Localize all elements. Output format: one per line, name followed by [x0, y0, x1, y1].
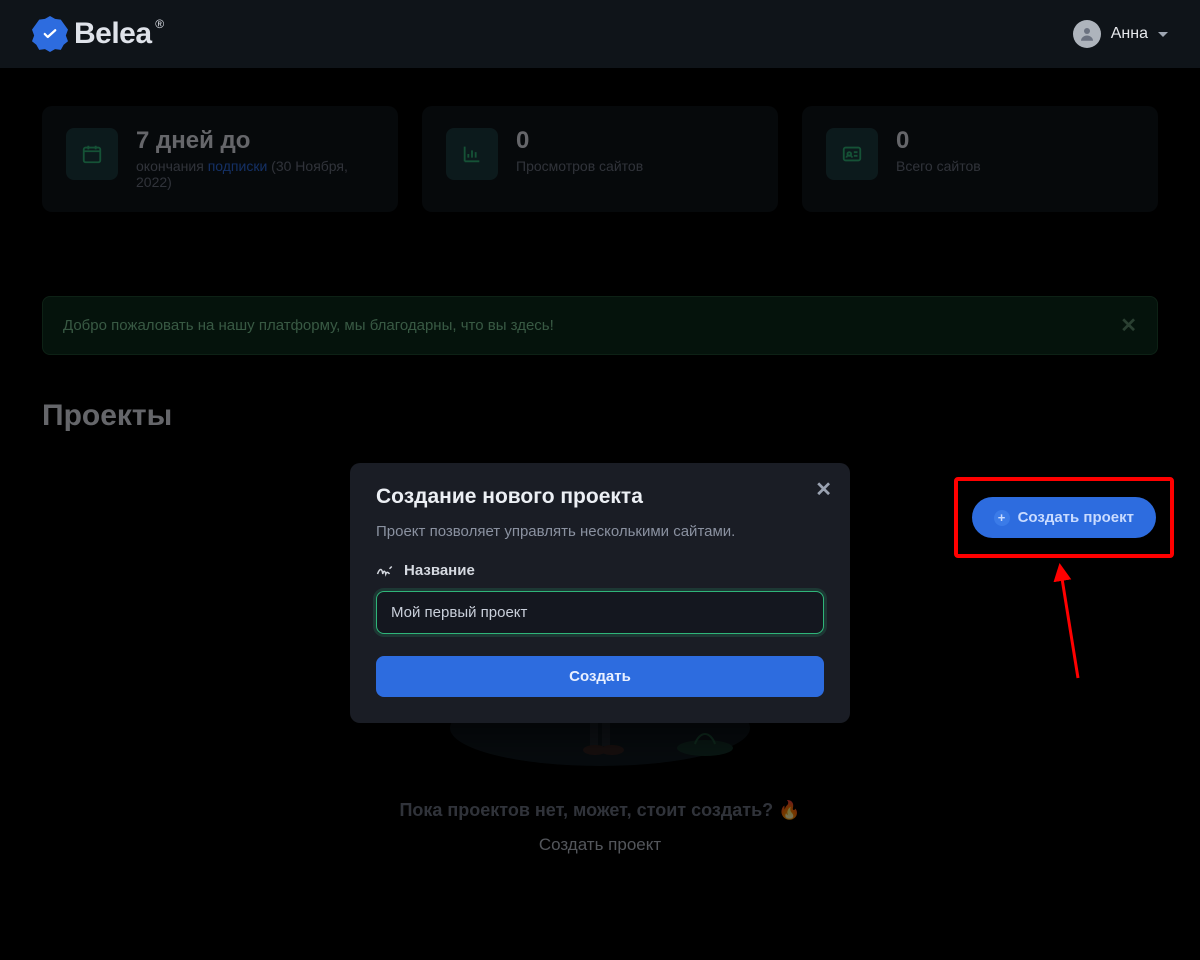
stat-label: окончания подписки (30 Ноября, 2022): [136, 158, 374, 190]
logo-badge-icon: [32, 16, 68, 52]
app-header: Belea® Анна: [0, 0, 1200, 68]
stat-subscription: 7 дней до окончания подписки (30 Ноября,…: [42, 106, 398, 212]
welcome-alert: Добро пожаловать на нашу платформу, мы б…: [42, 296, 1158, 355]
user-name: Анна: [1111, 25, 1148, 43]
user-menu[interactable]: Анна: [1073, 20, 1168, 48]
modal-title: Создание нового проекта: [376, 485, 824, 509]
stat-views: 0 Просмотров сайтов: [422, 106, 778, 212]
modal-close-icon[interactable]: ✕: [815, 477, 832, 502]
stat-value: 0: [896, 128, 981, 154]
subscription-link[interactable]: подписки: [208, 158, 268, 174]
stat-value: 7 дней до: [136, 128, 374, 154]
create-button-label: Создать проект: [1018, 509, 1134, 526]
avatar-icon: [1073, 20, 1101, 48]
calendar-icon: [66, 128, 118, 180]
chart-icon: [446, 128, 498, 180]
modal-submit-button[interactable]: Создать: [376, 656, 824, 697]
empty-title: Пока проектов нет, может, стоит создать?…: [0, 800, 1200, 821]
signature-icon: [376, 564, 394, 578]
field-label: Название: [404, 562, 475, 579]
stat-label: Всего сайтов: [896, 158, 981, 174]
empty-create-link[interactable]: Создать проект: [0, 835, 1200, 855]
projects-header: Проекты: [0, 355, 1200, 433]
project-name-input[interactable]: [376, 591, 824, 634]
create-project-button[interactable]: + Создать проект: [972, 497, 1156, 538]
id-card-icon: [826, 128, 878, 180]
modal-subtitle: Проект позволяет управлять несколькими с…: [376, 523, 824, 540]
create-button-highlight: + Создать проект: [954, 477, 1174, 558]
create-project-modal: ✕ Создание нового проекта Проект позволя…: [350, 463, 850, 723]
field-label-row: Название: [376, 562, 824, 579]
stat-sites: 0 Всего сайтов: [802, 106, 1158, 212]
stat-label: Просмотров сайтов: [516, 158, 643, 174]
projects-heading: Проекты: [42, 399, 172, 433]
plus-circle-icon: +: [994, 510, 1010, 526]
alert-text: Добро пожаловать на нашу платформу, мы б…: [63, 317, 554, 334]
stats-row: 7 дней до окончания подписки (30 Ноября,…: [0, 106, 1200, 212]
alert-close-icon[interactable]: ✕: [1120, 313, 1137, 338]
chevron-down-icon: [1158, 32, 1168, 37]
annotation-arrow-icon: [1042, 558, 1102, 688]
brand-name: Belea®: [74, 17, 152, 51]
brand-logo[interactable]: Belea®: [32, 16, 152, 52]
stat-value: 0: [516, 128, 643, 154]
